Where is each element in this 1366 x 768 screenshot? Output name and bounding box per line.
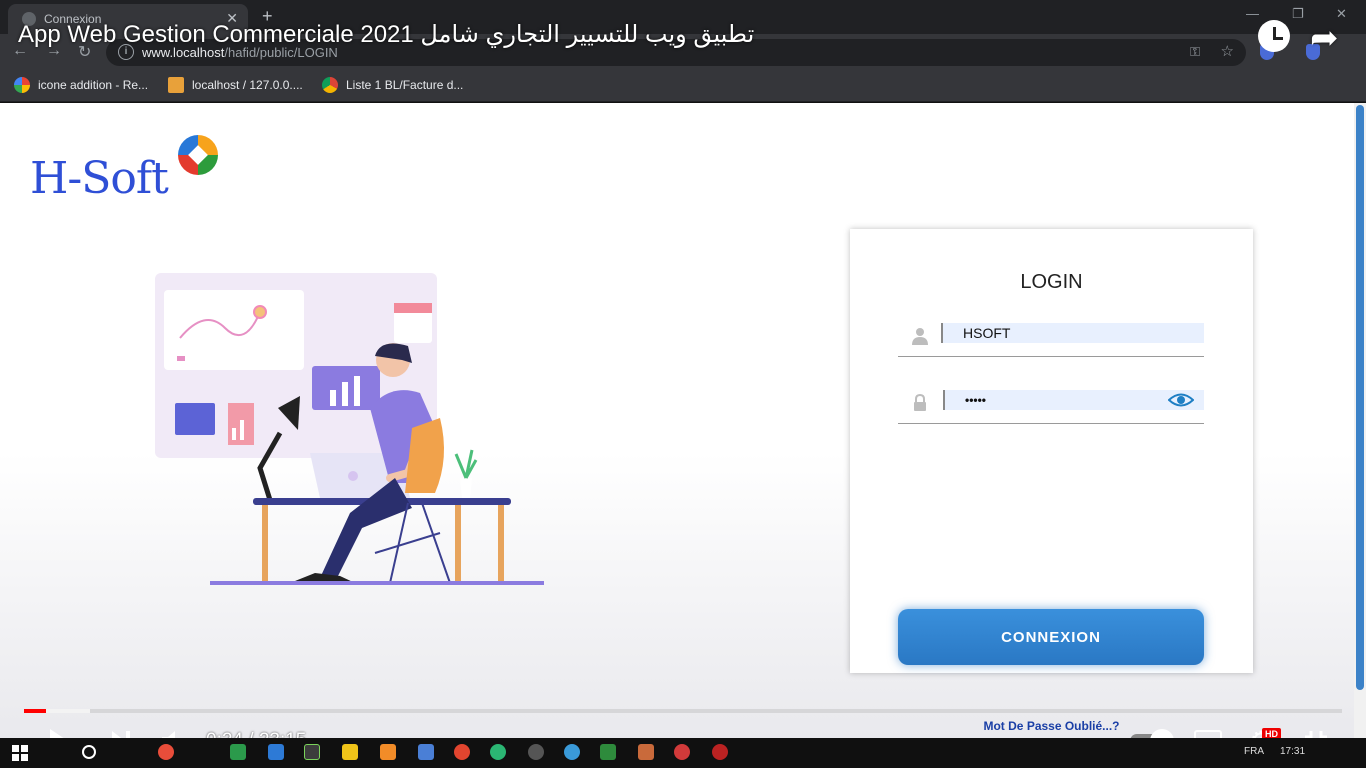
user-icon <box>912 328 928 345</box>
video-progress-bar[interactable] <box>24 709 1342 713</box>
minimize-icon[interactable]: — <box>1246 6 1259 21</box>
key-icon[interactable]: ⚿ <box>1190 44 1200 60</box>
taskbar-vlc-icon[interactable] <box>380 744 396 760</box>
page-scrollbar[interactable] <box>1354 103 1366 738</box>
phpmyadmin-icon <box>168 77 184 93</box>
taskbar-app-icon[interactable] <box>528 744 544 760</box>
taskbar-app-icon[interactable] <box>268 744 284 760</box>
cortana-icon[interactable] <box>82 745 96 759</box>
lock-icon <box>914 394 926 411</box>
username-input[interactable] <box>941 323 1204 343</box>
bookmark-label: icone addition - Re... <box>38 78 149 92</box>
watch-later-icon[interactable] <box>1258 20 1290 52</box>
scrollbar-thumb[interactable] <box>1356 105 1364 690</box>
windows-taskbar: FRA 17:31 <box>0 738 1366 768</box>
input-language[interactable]: FRA <box>1244 746 1264 757</box>
bookmark-item[interactable]: localhost / 127.0.0.... <box>168 77 303 93</box>
bookmark-label: localhost / 127.0.0.... <box>192 78 303 92</box>
taskbar-app-icon[interactable] <box>674 744 690 760</box>
password-field <box>898 390 1204 424</box>
taskbar-app-icon[interactable] <box>564 744 580 760</box>
taskbar-app-icon[interactable] <box>418 744 434 760</box>
username-field <box>898 323 1204 357</box>
password-input[interactable] <box>943 390 1204 410</box>
taskbar-chrome-icon[interactable] <box>158 744 174 760</box>
google-icon <box>14 77 30 93</box>
login-page: H-Soft LOGIN HSOFT ••••• CONNEXION Mot D… <box>0 103 1354 738</box>
bookmark-label: Liste 1 BL/Facture d... <box>346 78 464 92</box>
taskbar-pycharm-icon[interactable] <box>304 744 320 760</box>
bookmark-item[interactable]: icone addition - Re... <box>14 77 148 93</box>
workspace-illustration <box>155 273 544 585</box>
login-card: LOGIN CONNEXION Mot De Passe Oublié...? <box>850 229 1253 733</box>
taskbar-app-icon[interactable] <box>490 744 506 760</box>
taskbar-app-icon[interactable] <box>230 744 246 760</box>
share-icon[interactable]: ➦ <box>1310 18 1339 58</box>
taskbar-app-icon[interactable] <box>454 744 470 760</box>
taskbar-app-icon[interactable] <box>600 744 616 760</box>
bookmark-item[interactable]: Liste 1 BL/Facture d... <box>322 77 463 93</box>
connexion-button[interactable]: CONNEXION <box>898 609 1204 665</box>
progress-played <box>24 709 47 713</box>
login-title: LOGIN <box>1020 271 1083 293</box>
taskbar-app-icon[interactable] <box>712 744 728 760</box>
taskbar-app-icon[interactable] <box>638 744 654 760</box>
bookmark-star-icon[interactable]: ☆ <box>1221 42 1234 60</box>
video-title[interactable]: App Web Gestion Commerciale 2021 تطبيق و… <box>18 20 754 49</box>
restore-icon[interactable]: ❐ <box>1292 6 1304 22</box>
show-password-eye-icon[interactable] <box>1168 392 1194 408</box>
taskbar-app-icon[interactable] <box>342 744 358 760</box>
bookmarks-bar: icone addition - Re... localhost / 127.0… <box>0 70 1366 102</box>
brand-logo-text: H-Soft <box>30 153 169 204</box>
chrome-icon <box>322 77 338 93</box>
brand-logo-mark-icon <box>178 135 218 175</box>
taskbar-clock[interactable]: 17:31 <box>1280 746 1305 757</box>
windows-start-icon[interactable] <box>12 745 28 761</box>
